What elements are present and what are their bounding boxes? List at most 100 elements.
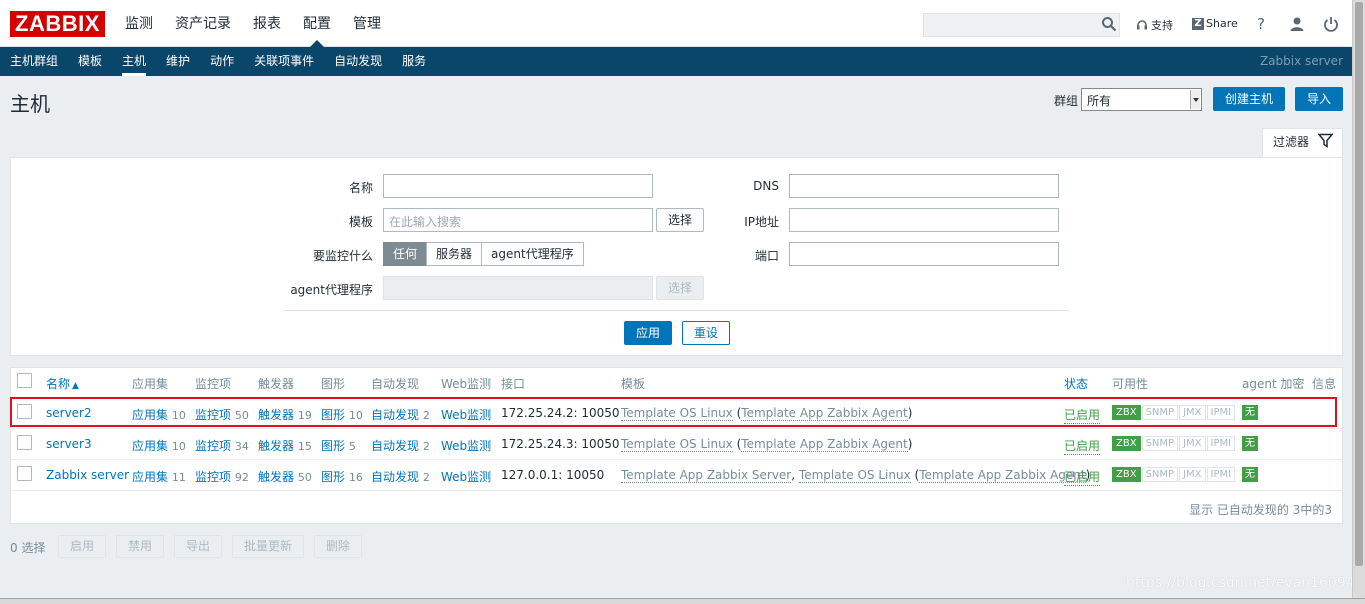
row-checkbox[interactable] — [17, 466, 32, 481]
menu-inventory[interactable]: 资产记录 — [164, 0, 242, 47]
items-count: 92 — [234, 471, 249, 484]
submenu-discovery[interactable]: 自动发现 — [324, 47, 392, 76]
group-select-value: 所有 — [1087, 94, 1112, 108]
select-all-checkbox[interactable] — [17, 373, 32, 388]
template-link[interactable]: Template OS Linux — [621, 437, 733, 452]
template-link[interactable]: Template App Zabbix Server — [621, 468, 792, 483]
triggers-link[interactable]: 触发器 — [258, 439, 294, 453]
triggers-link[interactable]: 触发器 — [258, 470, 294, 484]
menu-monitoring[interactable]: 监测 — [114, 0, 164, 47]
applications-count: 10 — [171, 440, 186, 453]
header-name[interactable]: 名称 ▲ — [46, 375, 79, 392]
zbx-badge: ZBX — [1112, 436, 1141, 451]
menu-reports[interactable]: 报表 — [242, 0, 292, 47]
row-checkbox[interactable] — [17, 435, 32, 450]
port-input[interactable] — [789, 242, 1059, 266]
submenu-correlation[interactable]: 关联项事件 — [244, 47, 324, 76]
snmp-badge: SNMP — [1141, 467, 1179, 482]
submenu-host-groups[interactable]: 主机群组 — [0, 47, 68, 76]
header-graphs: 图形 — [321, 377, 346, 391]
host-name-link[interactable]: Zabbix server — [46, 468, 129, 482]
header-triggers: 触发器 — [258, 377, 295, 391]
applications-link[interactable]: 应用集 — [132, 439, 168, 453]
dns-label: DNS — [753, 179, 779, 193]
proxy-select-button: 选择 — [656, 276, 704, 300]
applications-count: 11 — [171, 471, 186, 484]
share-link[interactable]: Z Share — [1192, 17, 1238, 30]
scrollbar-thumb[interactable] — [1355, 2, 1363, 566]
header-encryption: agent 加密 — [1242, 377, 1305, 391]
monitored-by-segment: 任何 服务器 agent代理程序 — [383, 242, 584, 266]
submenu-services[interactable]: 服务 — [392, 47, 436, 76]
monitored-by-any[interactable]: 任何 — [383, 242, 428, 266]
row-divider — [11, 428, 1342, 429]
web-link[interactable]: Web监测 — [441, 437, 491, 454]
items-link[interactable]: 监控项 — [195, 470, 231, 484]
template-link[interactable]: Template OS Linux — [798, 468, 911, 483]
availability-indicators: ZBX SNMP JMX IPMI — [1112, 436, 1236, 451]
name-input[interactable] — [383, 174, 653, 198]
status-toggle[interactable]: 已启用 — [1064, 468, 1101, 486]
headset-icon — [1137, 20, 1147, 30]
support-label: 支持 — [1151, 19, 1173, 32]
reset-button[interactable]: 重设 — [682, 321, 730, 345]
ipmi-badge: IPMI — [1206, 436, 1236, 451]
snmp-badge: SNMP — [1141, 436, 1179, 451]
page-title: 主机 — [10, 92, 50, 116]
proxy-input — [383, 276, 653, 300]
status-toggle[interactable]: 已启用 — [1064, 437, 1101, 455]
template-select-button[interactable]: 选择 — [656, 208, 704, 232]
filter-icon[interactable] — [1318, 133, 1333, 148]
sign-out-icon[interactable] — [1323, 16, 1339, 32]
ip-input[interactable] — [789, 208, 1059, 232]
import-button[interactable]: 导入 — [1295, 87, 1343, 111]
submenu-actions[interactable]: 动作 — [200, 47, 244, 76]
global-search-input[interactable] — [923, 13, 1120, 37]
search-icon[interactable] — [1101, 16, 1117, 32]
help-icon[interactable]: ? — [1257, 15, 1265, 33]
web-link[interactable]: Web监测 — [441, 468, 491, 485]
delete-button: 删除 — [314, 535, 362, 558]
submenu-maintenance[interactable]: 维护 — [156, 47, 200, 76]
group-label: 群组 — [1054, 94, 1079, 108]
template-label: 模板 — [348, 215, 373, 229]
menu-configuration[interactable]: 配置 — [292, 0, 342, 47]
template-input[interactable]: 在此输入搜索 — [383, 208, 653, 232]
selected-count: 0 选择 — [10, 541, 46, 555]
nested-template-link[interactable]: Template App Zabbix Agent — [919, 468, 1086, 483]
monitored-by-proxy[interactable]: agent代理程序 — [481, 242, 584, 266]
group-select[interactable]: 所有 — [1081, 88, 1202, 111]
header-status[interactable]: 状态 — [1064, 375, 1088, 392]
vertical-scrollbar[interactable] — [1352, 0, 1365, 604]
table-footer-count: 显示 已自动发现的 3中的3 — [1189, 503, 1332, 517]
share-z-icon: Z — [1192, 17, 1204, 30]
ip-label: IP地址 — [744, 215, 779, 229]
submenu-hosts[interactable]: 主机 — [112, 47, 156, 76]
menu-administration[interactable]: 管理 — [342, 0, 392, 47]
submenu-templates[interactable]: 模板 — [68, 47, 112, 76]
taskbar — [0, 598, 1365, 604]
monitored-by-server[interactable]: 服务器 — [426, 242, 483, 266]
monitored-by-label: 要监控什么 — [312, 249, 373, 263]
items-link[interactable]: 监控项 — [195, 439, 231, 453]
graphs-count: 5 — [348, 440, 356, 453]
name-label: 名称 — [348, 181, 373, 195]
host-name-link[interactable]: server3 — [46, 437, 92, 451]
discovery-count: 2 — [422, 471, 430, 484]
row-highlight-box — [10, 397, 1337, 427]
user-profile-icon[interactable] — [1289, 16, 1305, 32]
discovery-link[interactable]: 自动发现 — [371, 439, 419, 453]
support-link[interactable]: 支持 — [1136, 17, 1173, 33]
graphs-link[interactable]: 图形 — [321, 470, 345, 484]
nested-template-link[interactable]: Template App Zabbix Agent — [741, 437, 908, 452]
graphs-link[interactable]: 图形 — [321, 439, 345, 453]
applications-link[interactable]: 应用集 — [132, 470, 168, 484]
apply-button[interactable]: 应用 — [624, 321, 672, 345]
zabbix-logo[interactable]: ZABBIX — [10, 11, 105, 37]
header-discovery: 自动发现 — [371, 377, 420, 391]
jmx-badge: JMX — [1179, 467, 1206, 482]
create-host-button[interactable]: 创建主机 — [1213, 87, 1285, 111]
discovery-link[interactable]: 自动发现 — [371, 470, 419, 484]
zbx-badge: ZBX — [1112, 467, 1141, 482]
dns-input[interactable] — [789, 174, 1059, 198]
